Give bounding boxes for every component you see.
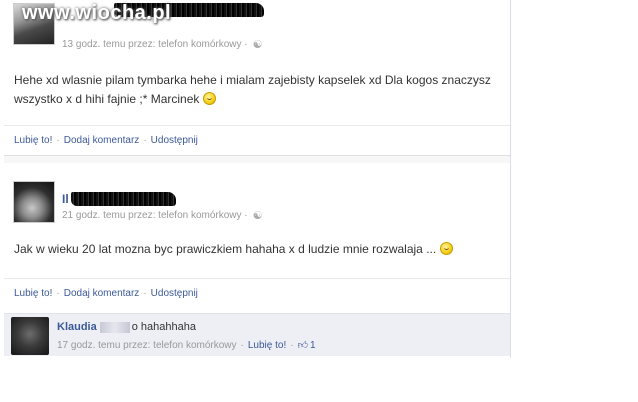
commenter-name[interactable]: Klaudia [57, 321, 97, 333]
post-header: Il 21 godz. temu przez: telefon komórkow… [4, 178, 510, 224]
add-comment-link[interactable]: Dodaj komentarz [64, 288, 140, 299]
comment-item: Klaudia o hahahhaha 17 godz. temu przez:… [4, 313, 510, 356]
separator-dot: · [240, 339, 244, 351]
post-meta: 13 godz. temu przez: telefon komórkowy ·… [62, 38, 263, 51]
post-timestamp[interactable]: 21 godz. temu przez: telefon komórkowy · [62, 210, 248, 221]
comment-like-count[interactable]: 1 [310, 340, 316, 351]
post-actions: Lubię to! · Dodaj komentarz · Udostępnij [4, 125, 510, 155]
feed-border [510, 0, 511, 358]
post-author-avatar[interactable] [13, 181, 55, 223]
like-link[interactable]: Lubię to! [14, 135, 52, 146]
site-watermark: www.wiocha.pl [22, 2, 172, 24]
news-feed: www.wiocha.pl 13 godz. temu przez: telef… [0, 0, 512, 402]
like-link[interactable]: Lubię to! [14, 288, 52, 299]
comment-timestamp[interactable]: 17 godz. temu przez: telefon komórkowy [57, 340, 237, 351]
redaction-scribble [70, 192, 176, 206]
commenter-avatar[interactable] [11, 317, 49, 355]
post-author-name-line: Il [62, 191, 176, 207]
post-text: Hehe xd wlasnie pilam tymbarka hehe i mi… [4, 71, 510, 109]
smiley-emoji-icon [439, 242, 453, 255]
post-meta: 21 godz. temu przez: telefon komórkowy ·… [62, 209, 263, 222]
share-link[interactable]: Udostępnij [151, 135, 198, 146]
separator-dot: · [143, 288, 147, 299]
post-2: Il 21 godz. temu przez: telefon komórkow… [4, 178, 510, 313]
separator-dot: · [290, 339, 294, 351]
smiley-emoji-icon [202, 92, 216, 105]
separator-dot: · [56, 135, 60, 146]
post-author-name[interactable]: Il [62, 192, 69, 206]
post-timestamp[interactable]: 13 godz. temu przez: telefon komórkowy · [62, 39, 248, 50]
separator-dot: · [143, 135, 147, 146]
comment-like-link[interactable]: Lubię to! [248, 340, 286, 351]
post-1: www.wiocha.pl 13 godz. temu przez: telef… [4, 0, 510, 163]
thumbs-up-icon[interactable]: 👍︎ [298, 339, 308, 351]
post-body-text: Hehe xd wlasnie pilam tymbarka hehe i mi… [14, 73, 491, 106]
globe-icon[interactable]: ☯ [253, 38, 263, 51]
separator-dot: · [56, 288, 60, 299]
post-header: www.wiocha.pl 13 godz. temu przez: telef… [4, 0, 510, 51]
post-actions: Lubię to! · Dodaj komentarz · Udostępnij [4, 278, 510, 308]
post-body-text: Jak w wieku 20 lat mozna byc prawiczkiem… [14, 242, 437, 256]
globe-icon[interactable]: ☯ [253, 209, 263, 222]
comment-meta: 17 godz. temu przez: telefon komórkowy ·… [57, 339, 316, 352]
add-comment-link[interactable]: Dodaj komentarz [64, 135, 140, 146]
share-link[interactable]: Udostępnij [151, 288, 198, 299]
post-text: Jak w wieku 20 lat mozna byc prawiczkiem… [4, 240, 510, 259]
comment-text: o hahahhaha [131, 321, 196, 333]
comment-content: Klaudia o hahahhaha [57, 321, 196, 333]
post-footer-bar [4, 155, 510, 163]
redaction-blur [99, 321, 130, 333]
